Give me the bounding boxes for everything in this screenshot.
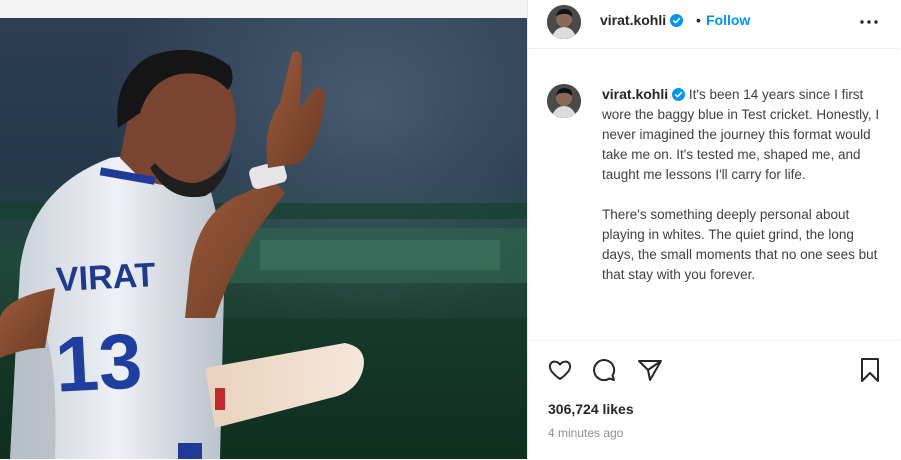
top-strip	[0, 0, 527, 18]
jersey-number: 13	[53, 316, 144, 408]
verified-badge-icon	[670, 14, 684, 27]
separator-dot: •	[696, 12, 701, 28]
like-count[interactable]: 306,724 likes	[548, 401, 634, 417]
caption-text-2: There's something deeply personal about …	[602, 207, 878, 282]
caption-avatar[interactable]	[547, 84, 581, 118]
post-header: virat.kohli • Follow	[528, 0, 900, 49]
heart-icon[interactable]	[546, 356, 574, 384]
share-icon[interactable]	[636, 356, 664, 384]
comment-icon[interactable]	[590, 356, 618, 384]
bookmark-icon[interactable]	[856, 356, 884, 384]
post-caption: virat.kohli It's been 14 years since I f…	[602, 84, 887, 285]
jersey-name: VIRAT	[55, 256, 157, 299]
caption-username[interactable]: virat.kohli	[602, 86, 668, 102]
action-bar: 306,724 likes 4 minutes ago	[528, 340, 900, 460]
post-side-panel: virat.kohli • Follow virat.kohli It's be…	[527, 0, 901, 459]
avatar[interactable]	[547, 5, 581, 39]
post-photo: VIRAT 13	[0, 18, 527, 459]
follow-button[interactable]: Follow	[706, 12, 750, 28]
more-options-icon[interactable]	[858, 9, 880, 31]
verified-badge-icon	[672, 87, 686, 101]
header-username[interactable]: virat.kohli	[600, 12, 684, 30]
post-timestamp[interactable]: 4 minutes ago	[548, 426, 623, 440]
